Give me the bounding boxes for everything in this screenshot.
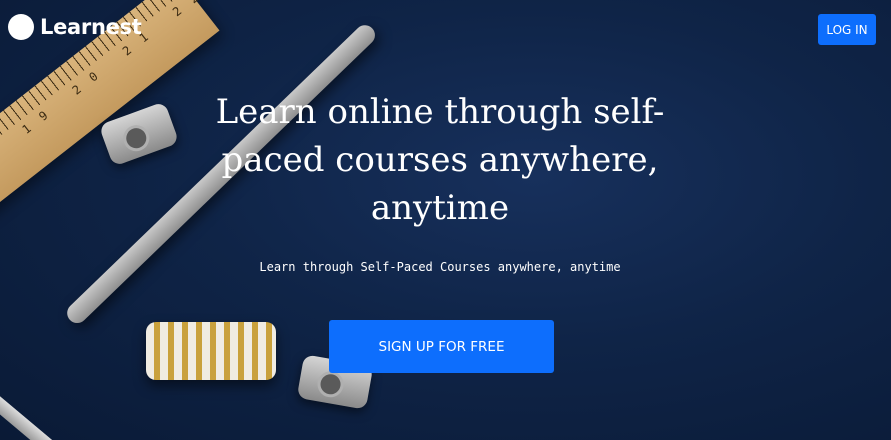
hero-subline: Learn through Self-Paced Courses anywher… [259,260,621,274]
signup-button[interactable]: SIGN UP FOR FREE [329,320,554,373]
circle-logo-icon [8,14,34,40]
brand-link[interactable]: Learnest [8,14,142,40]
pencil-image [0,391,64,440]
hero-section: 18 19 20 21 22 23 24 25 Learnest LOG IN … [0,0,891,440]
hero-headline: Learn online through self-paced courses … [215,92,665,228]
login-button[interactable]: LOG IN [818,14,876,45]
washi-tape-image [146,322,276,380]
brand-name: Learnest [40,15,142,39]
